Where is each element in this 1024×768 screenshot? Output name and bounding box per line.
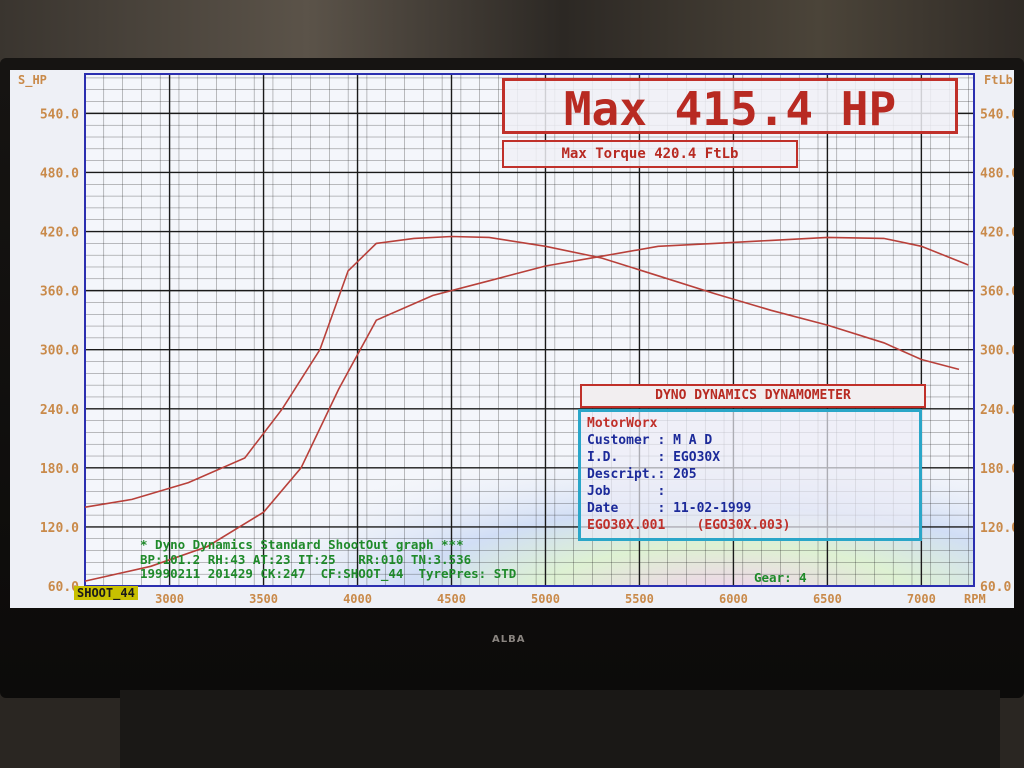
y-tick-label-right: 420.0	[980, 226, 1014, 241]
y-tick-label-right: 540.0	[980, 107, 1014, 122]
gear-label: Gear: 4	[754, 570, 807, 585]
background-reflection	[0, 0, 1024, 62]
y-tick-label-left: 180.0	[40, 462, 79, 477]
footer-line-1: * Dyno Dynamics Standard ShootOut graph …	[140, 537, 464, 552]
monitor-stand	[120, 690, 1000, 768]
footer-line-3: 19990211 201429 CK:247 CF:SHOOT_44 TyreP…	[140, 566, 517, 581]
shop-name: MotorWorx	[587, 416, 658, 431]
y-tick-label-left: 540.0	[40, 107, 79, 122]
x-tick-label: 3500	[249, 592, 278, 606]
y-tick-label-right: 240.0	[980, 403, 1014, 418]
info-value: M A D	[673, 433, 713, 448]
x-tick-label: 5500	[625, 592, 654, 606]
y-tick-label-left: 240.0	[40, 403, 79, 418]
file-line: EGO30X.001 (EGO30X.003)	[587, 518, 791, 533]
info-label: Descript.:	[587, 467, 666, 482]
y-tick-label-right: 480.0	[980, 166, 1014, 181]
run-tag: SHOOT_44	[74, 586, 138, 600]
dyno-panel-title: DYNO DYNAMICS DYNAMOMETER	[580, 384, 926, 408]
run-info-panel: MotorWorx Customer : M A D I.D. : EGO30X…	[578, 409, 922, 541]
max-torque-readout: Max Torque 420.4 FtLb	[502, 140, 798, 168]
y-axis-title-right: FtLb	[984, 73, 1013, 87]
y-tick-label-right: 120.0	[980, 521, 1014, 536]
info-label: Date :	[587, 501, 666, 516]
y-tick-label-left: 360.0	[40, 285, 79, 300]
y-tick-label-right: 360.0	[980, 285, 1014, 300]
y-axis-title-left: S_HP	[18, 73, 47, 88]
info-value: EGO30X	[673, 450, 721, 465]
y-tick-label-left: 300.0	[40, 344, 79, 359]
y-tick-label-left: 420.0	[40, 226, 79, 241]
monitor-brand-logo: ALBA	[492, 634, 526, 645]
info-label: Job :	[587, 484, 666, 499]
info-label: I.D. :	[587, 450, 666, 465]
x-tick-label: 6500	[813, 592, 842, 606]
x-tick-label: 4500	[437, 592, 466, 606]
x-tick-label: 3000	[155, 592, 184, 606]
dyno-screen: 60.060.0120.0120.0180.0180.0240.0240.030…	[10, 70, 1014, 608]
info-row-id: I.D. : EGO30X	[587, 449, 913, 466]
info-row-description: Descript.: 205	[587, 466, 913, 483]
run-footer: * Dyno Dynamics Standard ShootOut graph …	[140, 537, 517, 582]
x-tick-label: 4000	[343, 592, 372, 606]
info-row-customer: Customer : M A D	[587, 432, 913, 449]
x-tick-label: 7000	[907, 592, 936, 606]
x-axis-title: RPM	[964, 592, 986, 606]
y-tick-label-right: 180.0	[980, 462, 1014, 477]
y-tick-label-left: 120.0	[40, 521, 79, 536]
info-value: 205	[673, 467, 697, 482]
x-tick-label: 6000	[719, 592, 748, 606]
footer-line-2: BP:101.2 RH:43 AT:23 IT:25 RR:010 TN:3.5…	[140, 551, 472, 567]
info-value: 11-02-1999	[673, 501, 752, 516]
y-tick-label-left: 480.0	[40, 166, 79, 181]
y-tick-label-right: 300.0	[980, 344, 1014, 359]
info-row-job: Job :	[587, 483, 913, 500]
max-hp-readout: Max 415.4 HP	[502, 78, 958, 136]
info-label: Customer :	[587, 433, 666, 448]
x-tick-label: 5000	[531, 592, 560, 606]
info-row-date: Date : 11-02-1999	[587, 500, 913, 517]
